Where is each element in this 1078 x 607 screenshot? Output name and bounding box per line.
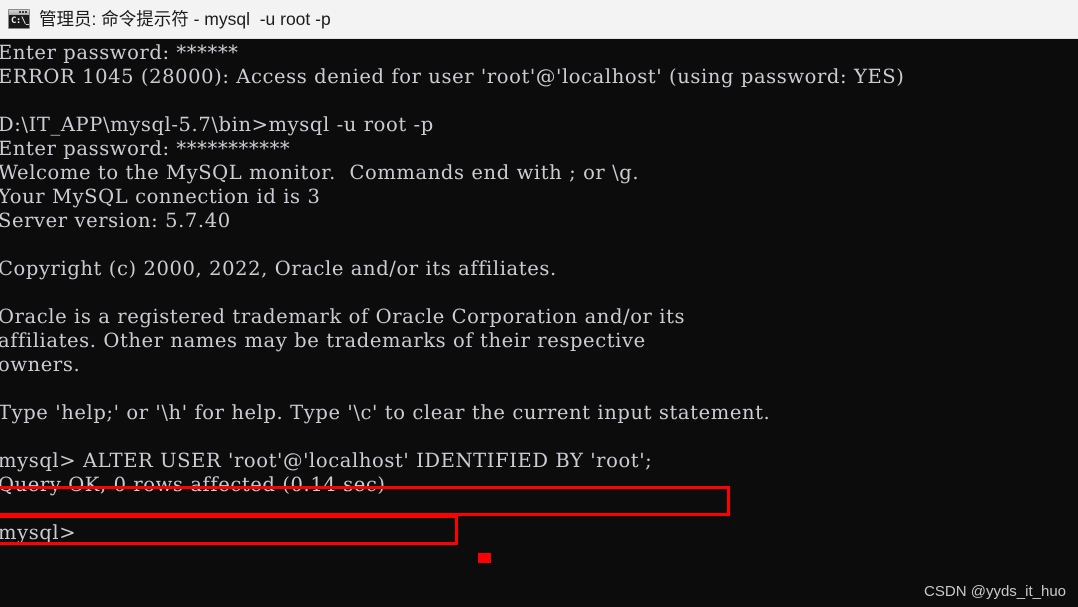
cmd-console-icon: C:\_ — [8, 9, 30, 29]
watermark-text: CSDN @yyds_it_huo — [924, 583, 1066, 600]
console-output-area[interactable]: Enter password: ****** ERROR 1045 (28000… — [0, 39, 1078, 607]
icon-titlebar-strip — [9, 10, 29, 15]
window-title-bar: C:\_ 管理员: 命令提示符 - mysql -u root -p — [0, 0, 1078, 39]
cmd-window: C:\_ 管理员: 命令提示符 - mysql -u root -p Enter… — [0, 0, 1078, 607]
console-text: Enter password: ****** ERROR 1045 (28000… — [0, 41, 905, 544]
icon-prompt-glyph: C:\_ — [11, 16, 30, 26]
window-title-text: 管理员: 命令提示符 - mysql -u root -p — [39, 9, 331, 29]
annotation-cursor-marker — [478, 553, 491, 563]
